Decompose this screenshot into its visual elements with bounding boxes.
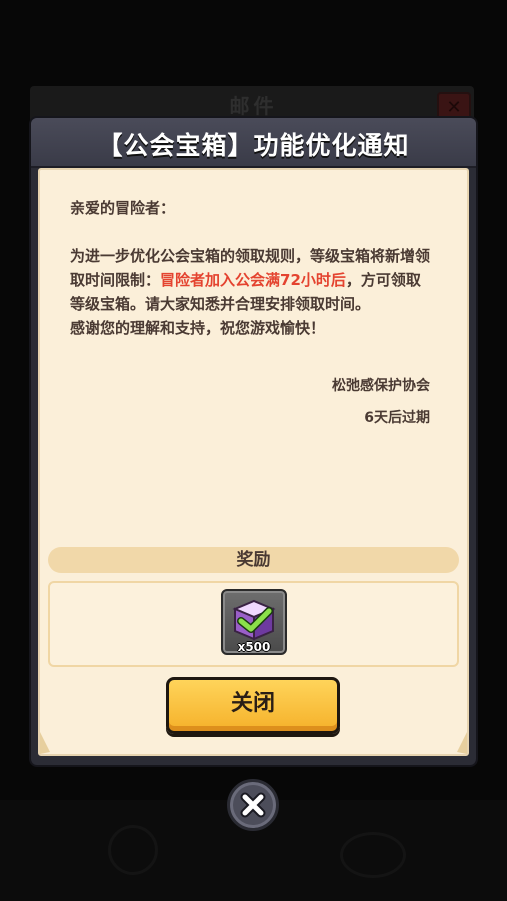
- paper-corner-icon: [457, 732, 467, 754]
- mail-content: 亲爱的冒险者： 为进一步优化公会宝箱的领取规则，等级宝箱将新增领取时间限制：冒险…: [70, 196, 430, 340]
- paper-corner-icon: [40, 732, 50, 754]
- reward-item-quantity: x500: [237, 640, 271, 654]
- mail-body: 为进一步优化公会宝箱的领取规则，等级宝箱将新增领取时间限制：冒险者加入公会满72…: [70, 244, 430, 316]
- dialog-header: 【公会宝箱】功能优化通知: [31, 118, 476, 168]
- background-circle-decor: [340, 832, 406, 878]
- close-button[interactable]: 关闭: [166, 677, 340, 734]
- mail-greeting: 亲爱的冒险者：: [70, 199, 176, 217]
- background-circle-decor: [108, 825, 158, 875]
- dismiss-button[interactable]: [227, 779, 279, 831]
- mail-body-highlight: 冒险者加入公会满72小时后: [160, 271, 346, 289]
- reward-header: 奖励: [48, 547, 459, 573]
- background-panel-title: 邮件: [229, 94, 278, 118]
- mail-signature: 松弛感保护协会: [332, 378, 430, 394]
- close-icon: [240, 792, 266, 818]
- mail-dialog: 【公会宝箱】功能优化通知 亲爱的冒险者： 为进一步优化公会宝箱的领取规则，等级宝…: [31, 118, 476, 765]
- mail-thanks: 感谢您的理解和支持，祝您游戏愉快！: [70, 319, 326, 337]
- mail-expiry: 6天后过期: [364, 410, 430, 426]
- dialog-title: 【公会宝箱】功能优化通知: [97, 131, 410, 160]
